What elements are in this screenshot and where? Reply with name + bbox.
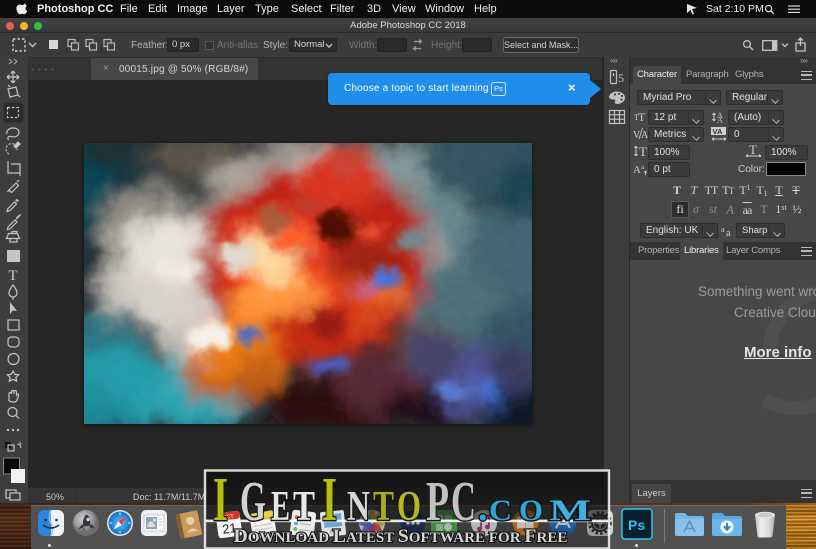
svg-text:.: . (478, 487, 488, 529)
svg-text:I: I (322, 466, 337, 534)
svg-text:N: N (347, 484, 370, 530)
svg-text:DOWNLOAD LATEST SOFTWARE FOR F: DOWNLOAD LATEST SOFTWARE FOR FREE (234, 526, 568, 547)
svg-text:T: T (373, 484, 394, 530)
svg-text:O: O (397, 484, 421, 530)
svg-text:P: P (426, 471, 449, 533)
svg-text:C: C (489, 494, 512, 527)
svg-text:E: E (271, 484, 290, 530)
svg-text:O: O (519, 494, 543, 527)
svg-text:G: G (240, 471, 266, 533)
svg-text:I: I (213, 466, 228, 534)
svg-text:C: C (451, 471, 476, 533)
svg-text:T: T (293, 484, 315, 530)
svg-text:M: M (549, 494, 591, 527)
